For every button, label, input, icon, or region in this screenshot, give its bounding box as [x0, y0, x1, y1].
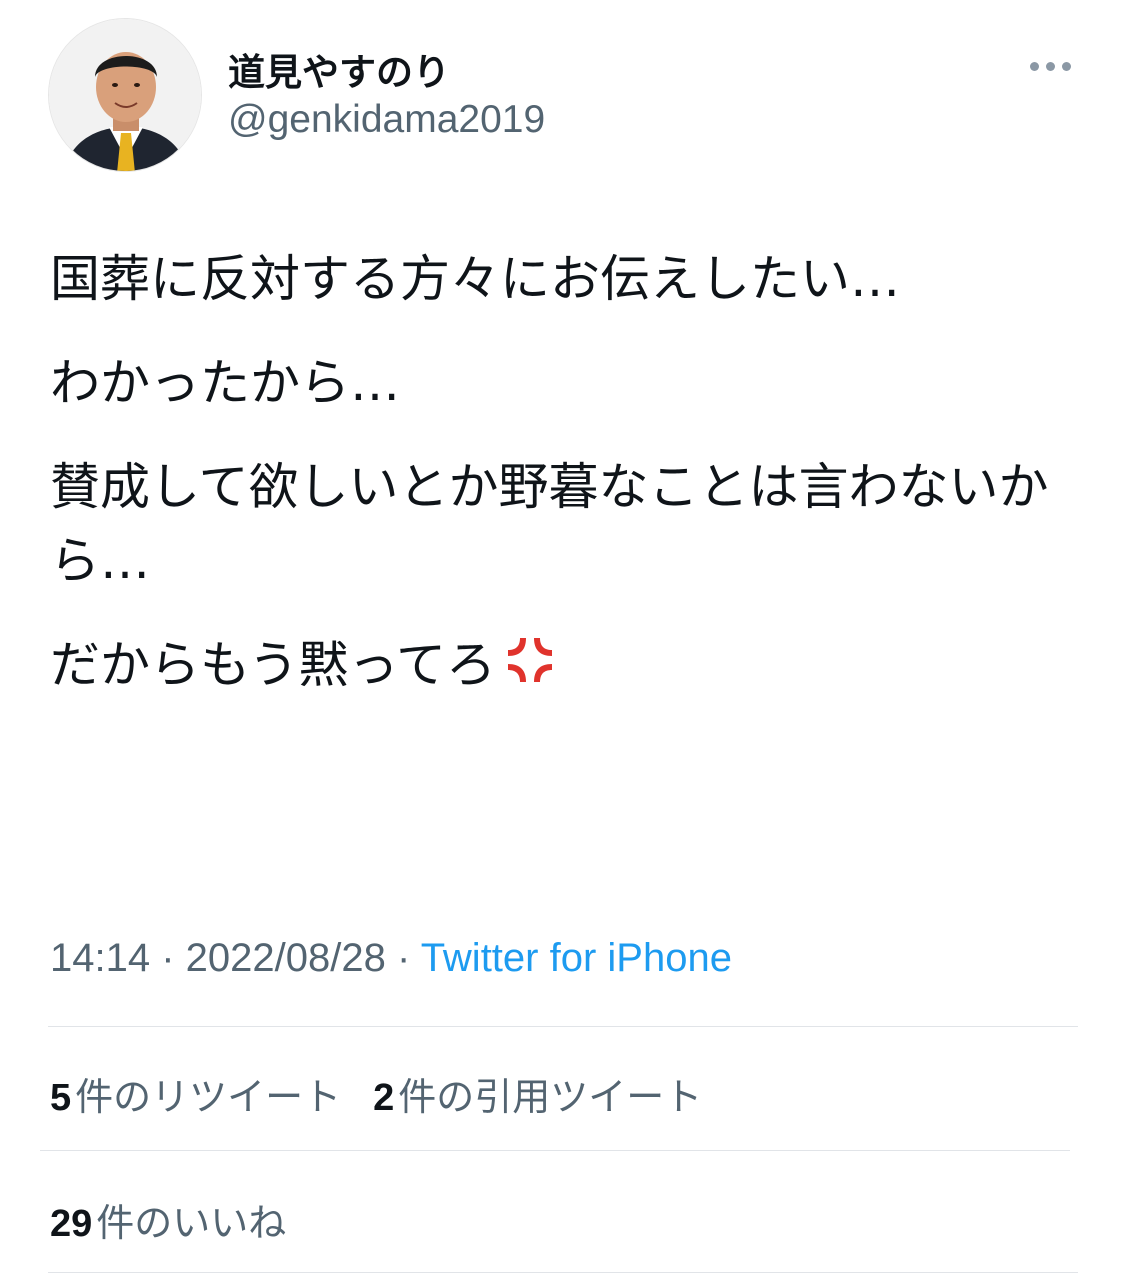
tweet-paragraph-last: だからもう黙ってろ	[50, 628, 1050, 702]
anger-symbol-icon	[508, 638, 552, 682]
user-handle[interactable]: @genkidama2019	[228, 98, 545, 142]
more-options-icon[interactable]	[1022, 50, 1078, 82]
quotes-label: 件の引用ツイート	[398, 1075, 703, 1119]
more-dot	[1045, 61, 1055, 71]
quote-tweets-stat[interactable]: 2 件の引用ツイート	[373, 1066, 702, 1121]
tweet-paragraph: 国葬に反対する方々にお伝えしたい…	[50, 250, 900, 308]
tweet-source-link[interactable]: Twitter for iPhone	[421, 936, 732, 980]
likes-stat[interactable]: 29 件のいいね	[50, 1192, 286, 1247]
likes-row: 29 件のいいね	[50, 1192, 318, 1247]
meta-separator: ·	[150, 936, 186, 980]
meta-separator: ·	[385, 936, 421, 980]
avatar[interactable]	[48, 18, 202, 172]
display-name[interactable]: 道見やすのり	[228, 42, 450, 96]
tweet-date[interactable]: 2022/08/28	[186, 936, 386, 980]
divider	[40, 1150, 1070, 1151]
quotes-count: 2	[373, 1077, 395, 1119]
retweets-count: 5	[50, 1077, 72, 1119]
tweet-meta: 14:14 · 2022/08/28 · Twitter for iPhone	[50, 936, 732, 981]
likes-label: 件のいいね	[96, 1201, 287, 1245]
retweets-stat[interactable]: 5 件のリツイート	[50, 1066, 341, 1121]
profile-photo-icon	[49, 19, 201, 171]
tweet-time[interactable]: 14:14	[50, 936, 150, 980]
engagement-row: 5 件のリツイート 2 件の引用ツイート	[50, 1066, 734, 1121]
divider	[48, 1272, 1078, 1273]
tweet-paragraph-text: だからもう黙ってろ	[50, 636, 496, 694]
retweets-label: 件のリツイート	[75, 1075, 342, 1119]
tweet-paragraph: わかったから…	[50, 354, 400, 412]
more-dot	[1029, 61, 1039, 71]
more-dot	[1061, 61, 1071, 71]
tweet-detail: 道見やすのり @genkidama2019 国葬に反対する方々にお伝えしたい… …	[0, 0, 1125, 1277]
tweet-paragraph: 賛成して欲しいとか野暮なことは言わないから…	[50, 458, 1049, 590]
divider	[48, 1026, 1078, 1027]
tweet-text: 国葬に反対する方々にお伝えしたい… わかったから… 賛成して欲しいとか野暮なこと…	[50, 242, 1050, 732]
likes-count: 29	[50, 1203, 93, 1245]
